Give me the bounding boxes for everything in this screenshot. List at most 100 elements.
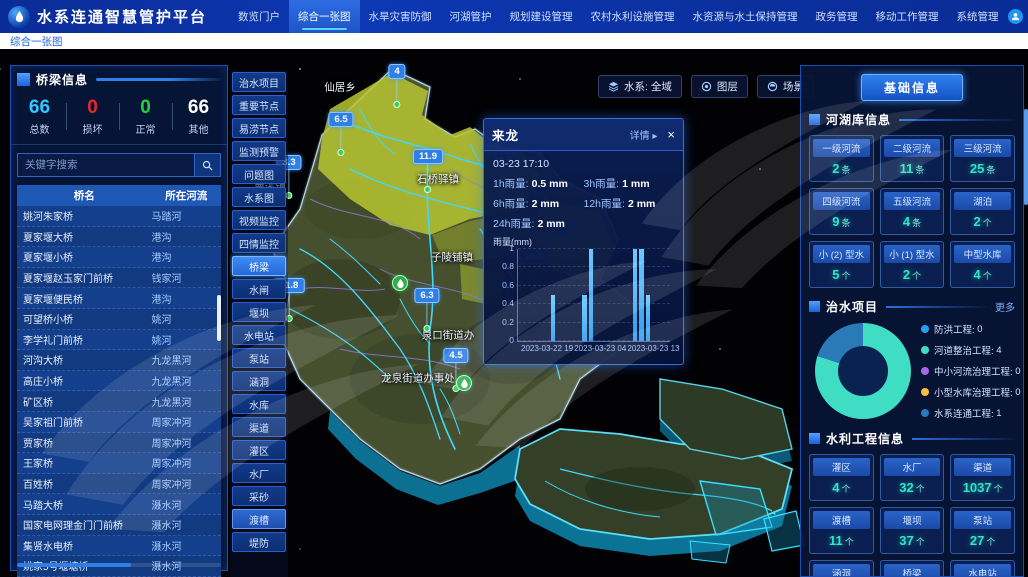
layer-button[interactable]: 水闸 [232, 279, 286, 299]
layer-button[interactable]: 易涝节点 [232, 118, 286, 138]
legend-row: 中小河流治理工程: 0 [921, 364, 1021, 378]
table-row[interactable]: 高庄小桥 九龙黑河 [17, 371, 221, 392]
map-marker[interactable]: 6.3 [414, 285, 439, 332]
bridge-name-cell: 贾家桥 [17, 435, 146, 450]
rain-metric-value: 2 mm [532, 198, 559, 210]
nav-item[interactable]: 水资源与水土保持管理 [684, 0, 807, 33]
layer-button[interactable]: 采砂 [232, 486, 286, 506]
map-town-label: 仙居乡 [324, 80, 356, 95]
bridge-stat: 66 其他 [172, 97, 225, 136]
map-marker[interactable]: 6.5 [328, 109, 353, 156]
stat-card: 二级河流 11条 [880, 135, 945, 182]
right-panel-scrollbar[interactable] [1024, 109, 1028, 205]
table-row[interactable]: 贾家桥 周家冲河 [17, 433, 221, 454]
table-row[interactable]: 可望桥小桥 姚河 [17, 309, 221, 330]
table-row[interactable]: 百姓桥 周家冲河 [17, 474, 221, 495]
rain-bar [633, 249, 637, 341]
rainfall-chart: 雨量(mm) 0 [493, 237, 674, 355]
layer-button[interactable]: 灌区 [232, 440, 286, 460]
layer-button[interactable]: 四情监控 [232, 233, 286, 253]
user-menu[interactable]: hlxt42080201 ▾ [1008, 9, 1028, 24]
layer-button[interactable]: 视频监控 [232, 210, 286, 230]
layer-button[interactable]: 水厂 [232, 463, 286, 483]
basic-info-button[interactable]: 基础信息 [861, 74, 963, 101]
stat-card-unit: 个 [841, 271, 850, 281]
bridge-table: 桥名 所在河流 姚河朱家桥 马踏河 夏家堰大桥 港沟 夏家堰小桥 港沟 [17, 185, 221, 577]
table-row[interactable]: 夏家堰赵玉家门前桥 钱家河 [17, 268, 221, 289]
table-row[interactable]: 姚河朱家桥 马踏河 [17, 206, 221, 227]
layer-button-label: 水库 [249, 397, 269, 412]
map-marker[interactable]: 4 [388, 61, 405, 108]
stat-card: 渡槽 11个 [809, 507, 874, 554]
nav-item[interactable]: 政务管理 [807, 0, 867, 33]
river-name-cell: 马踏河 [146, 208, 221, 223]
eco-marker[interactable] [456, 375, 472, 391]
layer-button[interactable]: 水系图 [232, 187, 286, 207]
legend-value: 0 [1015, 387, 1020, 398]
water-level-badge[interactable]: 4.5 [443, 348, 468, 363]
table-row[interactable]: 矿区桥 九龙黑河 [17, 391, 221, 412]
bridge-stat-label: 其他 [172, 121, 225, 136]
water-level-badge[interactable]: 6.5 [328, 112, 353, 127]
layer-button-label: 泵站 [249, 351, 269, 366]
nav-item[interactable]: 综合一张图 [289, 0, 360, 33]
stat-card-label: 一级河流 [813, 139, 870, 157]
rain-bar [589, 249, 593, 341]
bridge-name-cell: 夏家堰大桥 [17, 229, 146, 244]
river-lake-title: 河湖库信息 [826, 111, 891, 128]
nav-item[interactable]: 农村水利设施管理 [582, 0, 684, 33]
table-row[interactable]: 夏家堰便民桥 港沟 [17, 288, 221, 309]
layer-button[interactable]: 水库 [232, 394, 286, 414]
nav-item[interactable]: 规划建设管理 [501, 0, 582, 33]
search-button[interactable] [194, 154, 220, 176]
nav-item[interactable]: 数览门户 [229, 0, 289, 33]
layer-button[interactable]: 涵洞 [232, 371, 286, 391]
layer-button[interactable]: 治水项目 [232, 72, 286, 92]
water-scope-button[interactable]: 水系: 全域 [598, 75, 682, 98]
layer-button[interactable]: 渠道 [232, 417, 286, 437]
table-row[interactable]: 吴家祖门前桥 周家冲河 [17, 412, 221, 433]
stat-card-value: 9 [832, 214, 839, 229]
app-header: 水系连通智慧管护平台 数览门户 综合一张图 水旱灾害防御 河湖管护 规划建设管理… [0, 0, 1028, 33]
close-icon[interactable]: × [667, 128, 675, 141]
marker-stem [341, 127, 342, 149]
layer-button[interactable]: 水电站 [232, 325, 286, 345]
table-vertical-scrollbar[interactable] [217, 295, 221, 341]
popup-detail-link[interactable]: 详情 ▸ [630, 127, 658, 142]
water-level-badge[interactable]: 4 [388, 64, 405, 79]
nav-item-label: 水资源与水土保持管理 [693, 9, 798, 24]
table-row[interactable]: 集贤水电桥 滠水河 [17, 536, 221, 557]
eco-marker[interactable] [392, 275, 408, 291]
layer-button[interactable]: 渡槽 [232, 509, 286, 529]
nav-item[interactable]: 河湖管护 [441, 0, 501, 33]
table-row[interactable]: 河沟大桥 九龙黑河 [17, 350, 221, 371]
table-row[interactable]: 李学礼门前桥 姚河 [17, 330, 221, 351]
search-input[interactable] [18, 154, 194, 176]
nav-item[interactable]: 水旱灾害防御 [360, 0, 441, 33]
layer-button[interactable]: 堤防 [232, 532, 286, 552]
bridge-name-cell: 吴家祖门前桥 [17, 414, 146, 429]
layer-button[interactable]: 问题图 [232, 164, 286, 184]
water-level-badge[interactable]: 6.3 [414, 288, 439, 303]
table-row[interactable]: 夏家堰大桥 港沟 [17, 227, 221, 248]
layer-button[interactable]: 桥梁 [232, 256, 286, 276]
river-name-cell: 滠水河 [146, 497, 221, 512]
layers-button[interactable]: 图层 [691, 75, 748, 98]
stat-card-value: 11 [900, 161, 914, 176]
breadcrumb[interactable]: 综合一张图 [10, 34, 63, 49]
water-level-badge[interactable]: 11.9 [413, 149, 443, 164]
layer-button[interactable]: 堰坝 [232, 302, 286, 322]
more-link[interactable]: 更多 [995, 299, 1015, 314]
table-row[interactable]: 马踏大桥 滠水河 [17, 494, 221, 515]
layer-button[interactable]: 监测预警 [232, 141, 286, 161]
layer-button[interactable]: 泵站 [232, 348, 286, 368]
nav-item[interactable]: 移动工作管理 [867, 0, 948, 33]
nav-item[interactable]: 系统管理 [948, 0, 1008, 33]
table-row[interactable]: 夏家堰小桥 港沟 [17, 247, 221, 268]
app-title: 水系连通智慧管护平台 [37, 6, 207, 27]
map-marker[interactable]: 11.9 [413, 146, 443, 193]
layer-button[interactable]: 重要节点 [232, 95, 286, 115]
table-row[interactable]: 王家桥 周家冲河 [17, 453, 221, 474]
horizontal-scroll-thumb[interactable] [17, 563, 131, 567]
table-row[interactable]: 国家电网理金门门前桥 滠水河 [17, 515, 221, 536]
